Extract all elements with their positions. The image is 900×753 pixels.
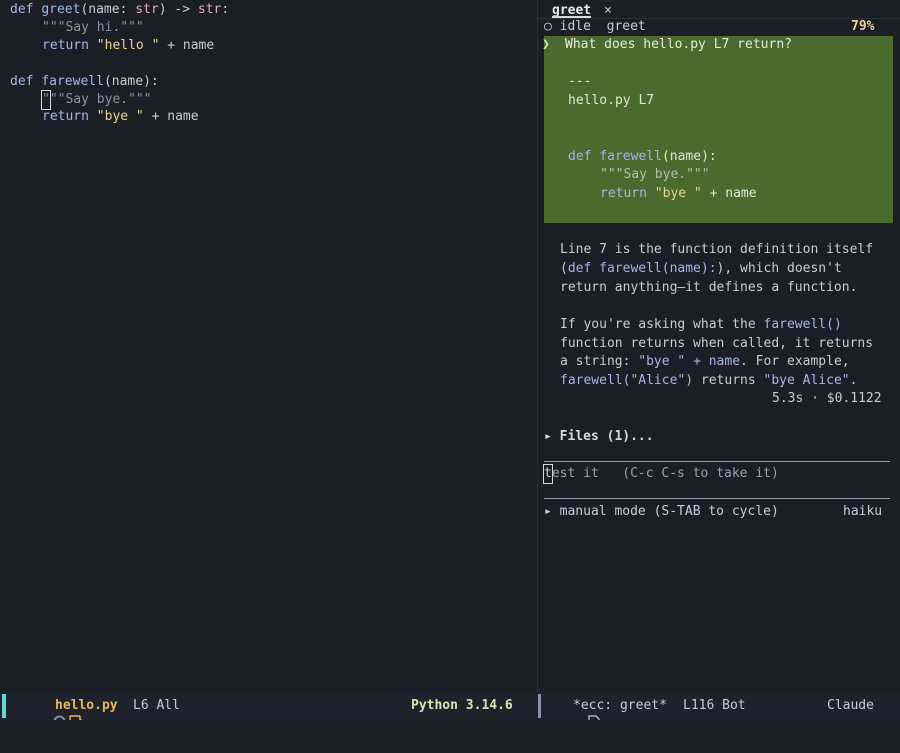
code-line-3[interactable]: return "hello " + name: [42, 37, 214, 55]
text: a string:: [560, 354, 639, 369]
param-type: str: [135, 2, 159, 17]
status-text: idle greet: [559, 19, 646, 34]
mode-toggle[interactable]: ▸ manual mode (S-TAB to cycle): [544, 503, 779, 521]
major-mode[interactable]: Python 3.14.6: [411, 697, 513, 715]
text: (: [560, 261, 568, 276]
expression: + name: [143, 109, 199, 124]
session-status: ○ idle greet: [544, 18, 646, 36]
window-indicator: [538, 694, 541, 718]
response-meta: 5.3s · $0.1122: [772, 391, 882, 406]
input-separator-top: [544, 461, 890, 462]
input-separator-bottom: [544, 498, 890, 499]
response-line: Line 7 is the function definition itself: [560, 242, 874, 257]
text: .: [849, 373, 858, 388]
text: If you're asking what the: [560, 317, 764, 332]
docstring: ""Say bye.""": [49, 92, 152, 107]
string-literal: "bye ": [96, 109, 144, 124]
expression: + name: [159, 38, 215, 53]
function-name: farewell: [41, 74, 104, 89]
text: returns: [693, 373, 764, 388]
code-line-1[interactable]: def greet(name: str) -> str:: [10, 1, 229, 19]
code-line-6[interactable]: """Say bye.""": [41, 90, 152, 110]
function-name: greet: [41, 2, 81, 17]
input-text: est it (C-c C-s to take it): [551, 466, 779, 481]
code-line-5[interactable]: def farewell(name):: [10, 73, 159, 91]
files-toggle[interactable]: ▸ Files (1)...: [544, 428, 654, 446]
agent-name[interactable]: Claude: [827, 697, 874, 715]
inline-code: "bye Alice": [763, 373, 850, 388]
keyword: def: [10, 74, 42, 89]
modeline-right: *ecc: greet* L116 Bot Claude: [538, 692, 900, 729]
quote-file: hello.py L7: [568, 93, 655, 108]
inline-code: def farewell(name):: [567, 261, 717, 276]
response-line: a string: "bye " + name. For example,: [560, 353, 850, 371]
inline-code: farewell(): [763, 317, 842, 332]
param-name: name: [88, 2, 120, 17]
prompt-chevron-icon: ❯: [542, 37, 550, 52]
chat-pane[interactable]: greet × ○ idle greet 79% ❯ What does hel…: [538, 0, 900, 690]
docstring: """Say hi.""": [42, 20, 144, 35]
docstring: """Say bye.""": [600, 167, 710, 182]
modeline-left: hello.py L6 All Python 3.14.6: [0, 692, 537, 729]
buffer-name[interactable]: *ecc: greet*: [573, 697, 667, 715]
colon: :: [221, 2, 230, 17]
idle-circle-icon: ○: [544, 19, 552, 34]
params: (name):: [661, 149, 717, 164]
expression: + name: [701, 186, 757, 201]
chat-input[interactable]: test it (C-c C-s to take it): [543, 464, 779, 484]
response-line: (def farewell(name):), which doesn't: [560, 260, 842, 278]
string-literal: "hello ": [96, 38, 160, 53]
active-window-indicator: [2, 694, 6, 718]
arrow: ->: [166, 2, 198, 17]
quote-code-line-doc: """Say bye.""": [600, 166, 710, 184]
keyword: return: [42, 109, 97, 124]
quote-code-line-ret: return "bye " + name: [600, 185, 757, 203]
echo-area[interactable]: [0, 720, 900, 739]
inline-code: "bye " + name: [638, 354, 741, 369]
keyword: return: [600, 186, 655, 201]
response-line: function returns when called, it returns: [560, 336, 874, 351]
return-type: str: [197, 2, 222, 17]
inline-code: farewell("Alice"): [560, 373, 694, 388]
cursor-position: L116 Bot: [683, 698, 746, 713]
string-literal: "bye ": [654, 186, 702, 201]
buffer-filename[interactable]: hello.py: [55, 697, 118, 715]
text: ), which doesn't: [716, 261, 842, 276]
quote-code-line-def: def farewell(name):: [568, 148, 717, 166]
text-cursor: t: [543, 464, 553, 484]
function-name: farewell: [599, 149, 662, 164]
response-line: If you're asking what the farewell(): [560, 316, 842, 334]
colon: :: [119, 2, 136, 17]
editor-pane[interactable]: def greet(name: str) -> str: """Say hi."…: [0, 0, 537, 690]
code-line-2[interactable]: """Say hi.""": [42, 19, 144, 37]
context-percent: 79%: [851, 19, 875, 34]
paren: ): [158, 2, 167, 17]
model-name[interactable]: haiku: [843, 503, 882, 521]
quote-separator: ---: [568, 74, 592, 89]
code-line-7[interactable]: return "bye " + name: [42, 108, 199, 126]
keyword: def: [568, 149, 600, 164]
text: . For example,: [740, 354, 850, 369]
keyword: def: [10, 2, 42, 17]
response-line: return anything—it defines a function.: [560, 280, 858, 295]
text-cursor: ": [41, 90, 51, 110]
prompt-text: What does hello.py L7 return?: [565, 37, 792, 52]
cursor-position: L6 All: [133, 698, 180, 713]
params: (name):: [103, 74, 159, 89]
response-line: farewell("Alice") returns "bye Alice".: [560, 372, 857, 390]
keyword: return: [42, 38, 97, 53]
